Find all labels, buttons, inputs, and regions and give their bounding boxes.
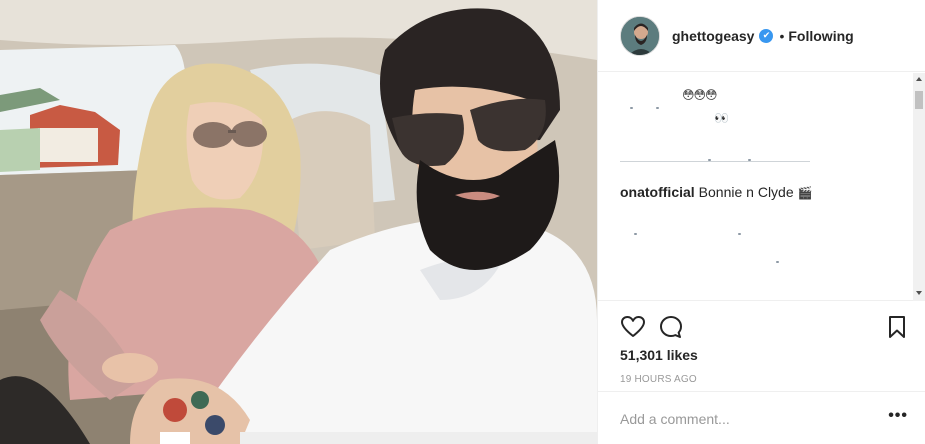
scroll-down-arrow-icon[interactable] bbox=[916, 291, 922, 295]
speech-bubble-icon bbox=[660, 316, 682, 338]
scroll-up-arrow-icon[interactable] bbox=[916, 77, 922, 81]
obscured-text-line bbox=[620, 161, 810, 162]
clapper-board-icon: 🎬 bbox=[797, 186, 813, 200]
add-comment-section: ••• bbox=[598, 391, 925, 444]
comments-list: 😳😳😳 👀 onatofficial Bonnie n Clyde 🎬 bbox=[598, 73, 925, 301]
save-button[interactable] bbox=[884, 314, 910, 340]
post-header: ghettogeasy ✔ • Following bbox=[598, 0, 925, 72]
obscured-text-fragment bbox=[630, 107, 633, 109]
comment-input[interactable] bbox=[620, 406, 870, 432]
comment-emoji-line: 👀 bbox=[714, 111, 729, 125]
following-button[interactable]: Following bbox=[788, 28, 853, 44]
obscured-text-fragment bbox=[748, 159, 751, 161]
comment-username[interactable]: onatofficial bbox=[620, 184, 695, 200]
post-timestamp[interactable]: 19 HOURS AGO bbox=[620, 374, 697, 385]
post-photo-illustration bbox=[0, 0, 597, 444]
likes-count[interactable]: 51,301 likes bbox=[620, 347, 698, 363]
post-photo[interactable] bbox=[0, 0, 597, 444]
comment-text: Bonnie n Clyde bbox=[698, 184, 794, 200]
obscured-text-fragment bbox=[708, 159, 711, 161]
avatar[interactable] bbox=[620, 15, 660, 56]
bookmark-icon bbox=[889, 316, 905, 338]
comment-emoji-line: 😳😳😳 bbox=[682, 88, 718, 102]
more-options-icon[interactable]: ••• bbox=[888, 407, 908, 425]
obscured-text-fragment bbox=[634, 233, 637, 235]
scrollbar-thumb[interactable] bbox=[915, 91, 923, 109]
avatar-image bbox=[621, 16, 659, 55]
obscured-text-fragment bbox=[738, 233, 741, 235]
like-button[interactable] bbox=[620, 314, 646, 340]
comments-scrollbar[interactable] bbox=[913, 73, 925, 301]
comment-button[interactable] bbox=[658, 314, 684, 340]
obscured-text-fragment bbox=[656, 107, 659, 109]
username-link[interactable]: ghettogeasy bbox=[672, 28, 754, 44]
verified-badge-icon: ✔ bbox=[759, 28, 774, 43]
separator-dot: • bbox=[779, 27, 785, 44]
obscured-text-fragment bbox=[776, 261, 779, 263]
post-actions bbox=[620, 314, 910, 340]
heart-icon bbox=[621, 316, 645, 337]
post-details-panel: ghettogeasy ✔ • Following 😳😳😳 👀 onatoffi… bbox=[597, 0, 925, 444]
caption-comment: onatofficial Bonnie n Clyde 🎬 bbox=[620, 184, 813, 200]
